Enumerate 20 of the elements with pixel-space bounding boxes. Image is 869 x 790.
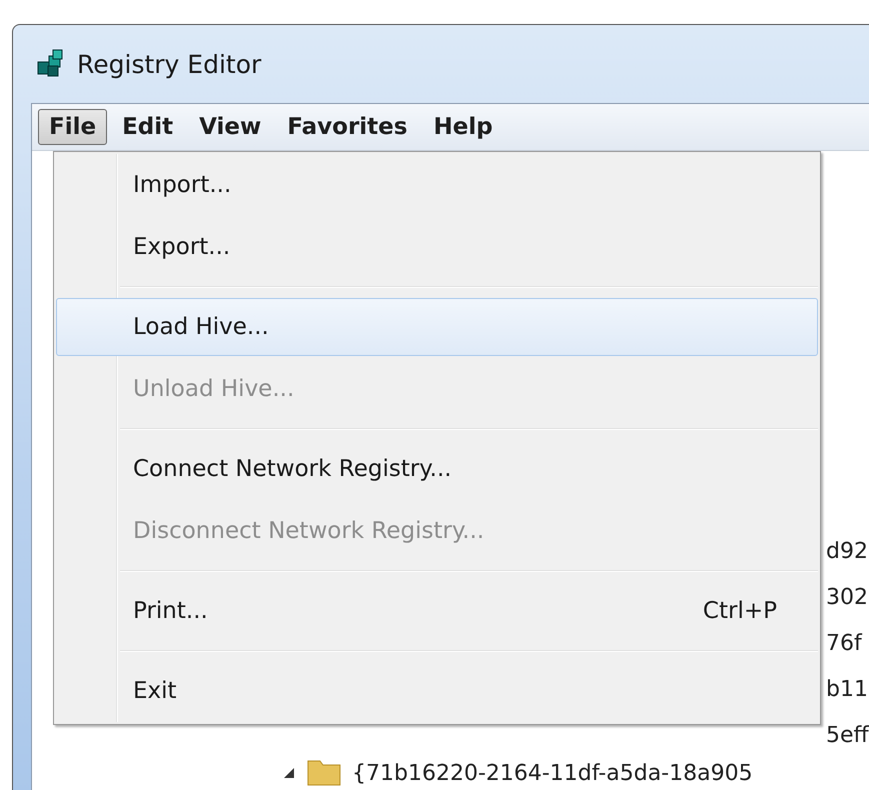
tree-item-label: d92 <box>826 538 868 564</box>
menu-title[interactable]: Edit <box>111 109 184 145</box>
menu-item[interactable]: Exit <box>56 662 818 720</box>
menu-title[interactable]: File <box>38 109 108 145</box>
menu-item[interactable]: Load Hive... <box>56 298 818 356</box>
menu-item[interactable]: Import... <box>56 156 818 214</box>
window-title: Registry Editor <box>77 50 262 78</box>
tree-item-label: 5eff <box>826 722 869 748</box>
menu-item[interactable]: Connect Network Registry... <box>56 440 818 498</box>
tree-item-label: 302 <box>826 584 868 610</box>
menu-item[interactable]: Print... Ctrl+P <box>56 582 818 640</box>
menu-item[interactable]: Export... <box>56 218 818 276</box>
expand-arrow-icon[interactable] <box>282 766 296 780</box>
tree-item-label: 76f <box>826 630 862 656</box>
menu-title[interactable]: Favorites <box>276 109 418 145</box>
tree-item-label: b11 <box>826 676 868 702</box>
tree-item-label[interactable]: {71b16220-2164-11df-a5da-18a905 <box>352 760 753 786</box>
menu-title[interactable]: View <box>188 109 272 145</box>
menu-title[interactable]: Help <box>422 109 504 145</box>
shortcut-label: Ctrl+P <box>702 598 777 624</box>
